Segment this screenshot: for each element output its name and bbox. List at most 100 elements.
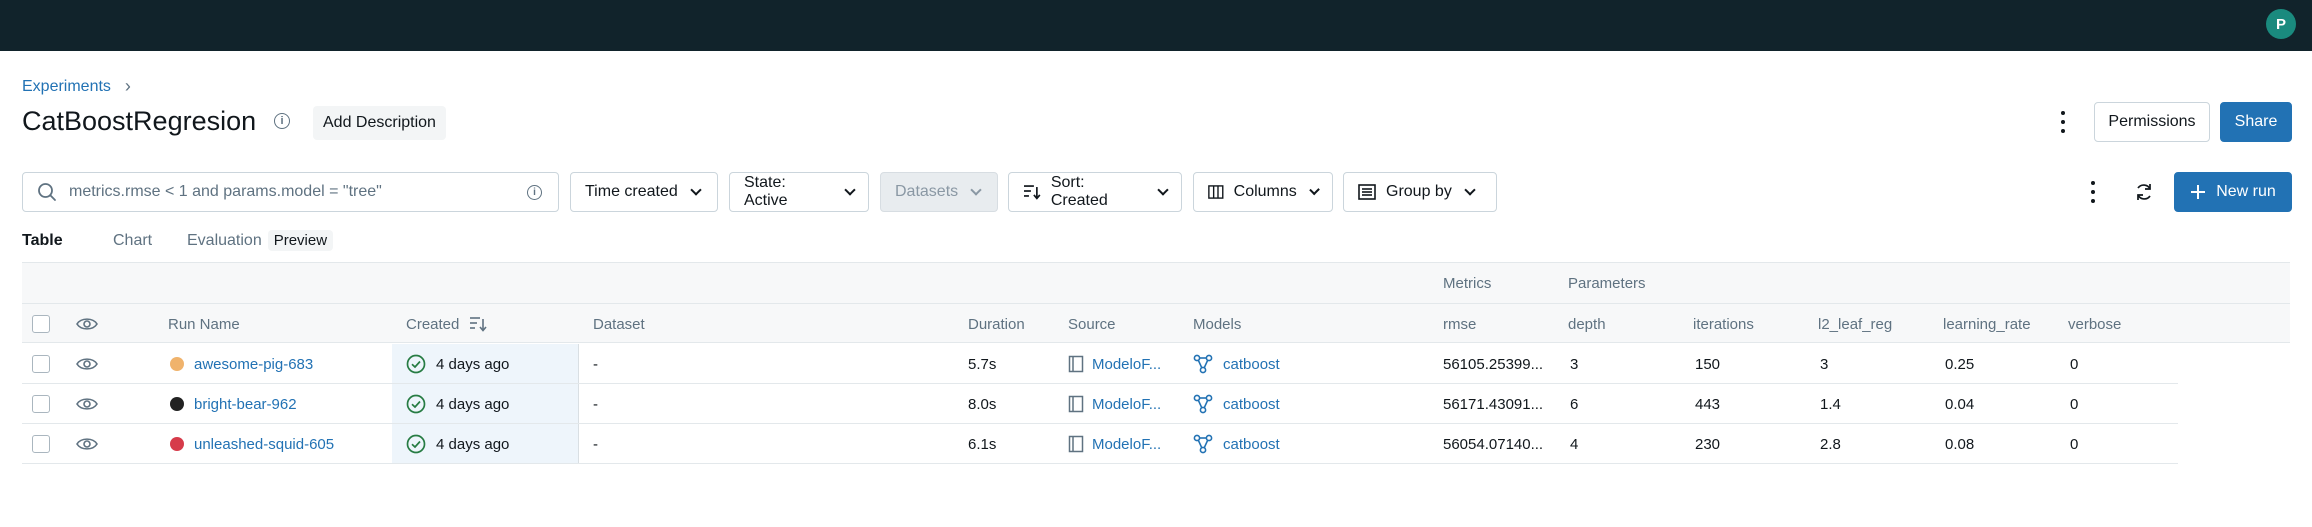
run-name-header[interactable]: Run Name <box>168 304 240 344</box>
rmse-cell: 56105.25399... <box>1443 355 1544 373</box>
model-link[interactable]: catboost <box>1223 356 1280 373</box>
select-all-checkbox[interactable] <box>32 304 50 344</box>
run-name-link[interactable]: bright-bear-962 <box>194 396 297 413</box>
row-checkbox-cell[interactable] <box>32 344 50 384</box>
l2-leaf-reg-cell: 3 <box>1820 355 1829 373</box>
row-checkbox-cell[interactable] <box>32 424 50 464</box>
source-header[interactable]: Source <box>1068 304 1116 344</box>
run-color-dot[interactable] <box>170 437 184 451</box>
run-name-cell[interactable]: awesome-pig-683 <box>170 344 313 384</box>
models-cell[interactable]: catboost <box>1193 384 1280 424</box>
tab-evaluation[interactable]: Evaluation Preview <box>187 230 334 262</box>
new-run-button[interactable]: New run <box>2174 172 2292 212</box>
breadcrumb-experiments-link[interactable]: Experiments <box>22 78 111 96</box>
row-checkbox-cell[interactable] <box>32 384 50 424</box>
depth-header[interactable]: depth <box>1568 304 1606 344</box>
sort-dropdown[interactable]: Sort: Created <box>1008 172 1182 212</box>
search-bar[interactable]: i <box>22 172 559 212</box>
l2-leaf-reg-cell: 1.4 <box>1820 395 1841 413</box>
datasets-label: Datasets <box>895 183 959 200</box>
group-by-dropdown[interactable]: Group by <box>1343 172 1497 212</box>
source-cell[interactable]: ModeloF... <box>1068 344 1161 384</box>
table-row[interactable]: unleashed-squid-605 4 days ago - 6.1s Modelo… <box>22 424 2178 464</box>
created-header-label: Created <box>406 315 460 333</box>
check-circle-icon <box>406 394 426 414</box>
table-row[interactable]: awesome-pig-683 4 days ago - 5.7s ModeloF...… <box>22 344 2178 384</box>
learning-rate-header[interactable]: learning_rate <box>1943 304 2031 344</box>
model-icon <box>1193 434 1213 454</box>
created-cell: 4 days ago <box>406 424 509 464</box>
created-header[interactable]: Created <box>406 304 487 344</box>
refresh-icon[interactable] <box>2134 182 2154 202</box>
duration-cell: 8.0s <box>968 395 997 413</box>
new-run-label: New run <box>2216 183 2276 200</box>
model-icon <box>1193 354 1213 374</box>
run-name-cell[interactable]: bright-bear-962 <box>170 384 297 424</box>
table-row[interactable]: bright-bear-962 4 days ago - 8.0s ModeloF...… <box>22 384 2178 424</box>
created-text: 4 days ago <box>436 435 510 453</box>
eye-icon[interactable] <box>76 356 98 372</box>
created-cell: 4 days ago <box>406 344 509 384</box>
time-created-label: Time created <box>585 183 678 200</box>
permissions-button[interactable]: Permissions <box>2094 102 2210 142</box>
source-link[interactable]: ModeloF... <box>1092 396 1161 413</box>
eye-icon[interactable] <box>76 316 98 332</box>
tab-chart[interactable]: Chart <box>113 232 187 262</box>
depth-cell: 3 <box>1570 355 1579 373</box>
sort-descending-icon[interactable] <box>469 316 487 332</box>
source-link[interactable]: ModeloF... <box>1092 436 1161 453</box>
toolbar-more-icon[interactable] <box>2089 181 2097 203</box>
columns-label: Columns <box>1233 183 1297 200</box>
run-name-link[interactable]: awesome-pig-683 <box>194 356 313 373</box>
models-header[interactable]: Models <box>1193 304 1241 344</box>
preview-badge: Preview <box>267 230 334 251</box>
group-header-row: Metrics Parameters <box>22 262 2290 303</box>
chevron-down-icon <box>1464 184 1476 196</box>
tab-table[interactable]: Table <box>22 232 113 270</box>
tab-evaluation-label: Evaluation <box>187 232 262 249</box>
checkbox[interactable] <box>32 315 50 333</box>
row-checkbox[interactable] <box>32 435 50 453</box>
columns-icon <box>1208 185 1224 199</box>
group-by-label: Group by <box>1386 183 1452 200</box>
model-link[interactable]: catboost <box>1223 396 1280 413</box>
eye-icon[interactable] <box>76 436 98 452</box>
eye-icon[interactable] <box>76 396 98 412</box>
source-cell[interactable]: ModeloF... <box>1068 424 1161 464</box>
time-created-dropdown[interactable]: Time created <box>570 172 718 212</box>
learning-rate-cell: 0.25 <box>1945 355 1975 373</box>
dataset-header[interactable]: Dataset <box>593 304 645 344</box>
verbose-header[interactable]: verbose <box>2068 304 2121 344</box>
rmse-cell: 56171.43091... <box>1443 395 1544 413</box>
source-cell[interactable]: ModeloF... <box>1068 384 1161 424</box>
models-cell[interactable]: catboost <box>1193 424 1280 464</box>
models-cell[interactable]: catboost <box>1193 344 1280 384</box>
source-link[interactable]: ModeloF... <box>1092 356 1161 373</box>
iterations-header[interactable]: iterations <box>1693 304 1754 344</box>
columns-dropdown[interactable]: Columns <box>1193 172 1333 212</box>
chevron-down-icon <box>970 184 982 196</box>
search-info-icon[interactable]: i <box>527 185 542 200</box>
breadcrumb: Experiments › <box>22 76 131 97</box>
row-checkbox[interactable] <box>32 355 50 373</box>
user-avatar[interactable]: P <box>2266 9 2296 39</box>
info-icon[interactable]: i <box>274 113 290 129</box>
duration-header[interactable]: Duration <box>968 304 1025 344</box>
created-text: 4 days ago <box>436 355 510 373</box>
l2-leaf-reg-header[interactable]: l2_leaf_reg <box>1818 304 1892 344</box>
share-button[interactable]: Share <box>2220 102 2292 142</box>
row-checkbox[interactable] <box>32 395 50 413</box>
search-input[interactable] <box>69 183 509 201</box>
add-description-button[interactable]: Add Description <box>313 106 446 140</box>
state-dropdown[interactable]: State: Active <box>729 172 869 212</box>
more-options-icon[interactable] <box>2059 111 2067 133</box>
run-name-cell[interactable]: unleashed-squid-605 <box>170 424 334 464</box>
dataset-cell: - <box>593 395 598 413</box>
chevron-down-icon <box>1309 184 1320 196</box>
run-name-link[interactable]: unleashed-squid-605 <box>194 436 334 453</box>
model-link[interactable]: catboost <box>1223 436 1280 453</box>
run-color-dot[interactable] <box>170 397 184 411</box>
run-color-dot[interactable] <box>170 357 184 371</box>
rmse-header[interactable]: rmse <box>1443 304 1476 344</box>
dataset-cell: - <box>593 435 598 453</box>
